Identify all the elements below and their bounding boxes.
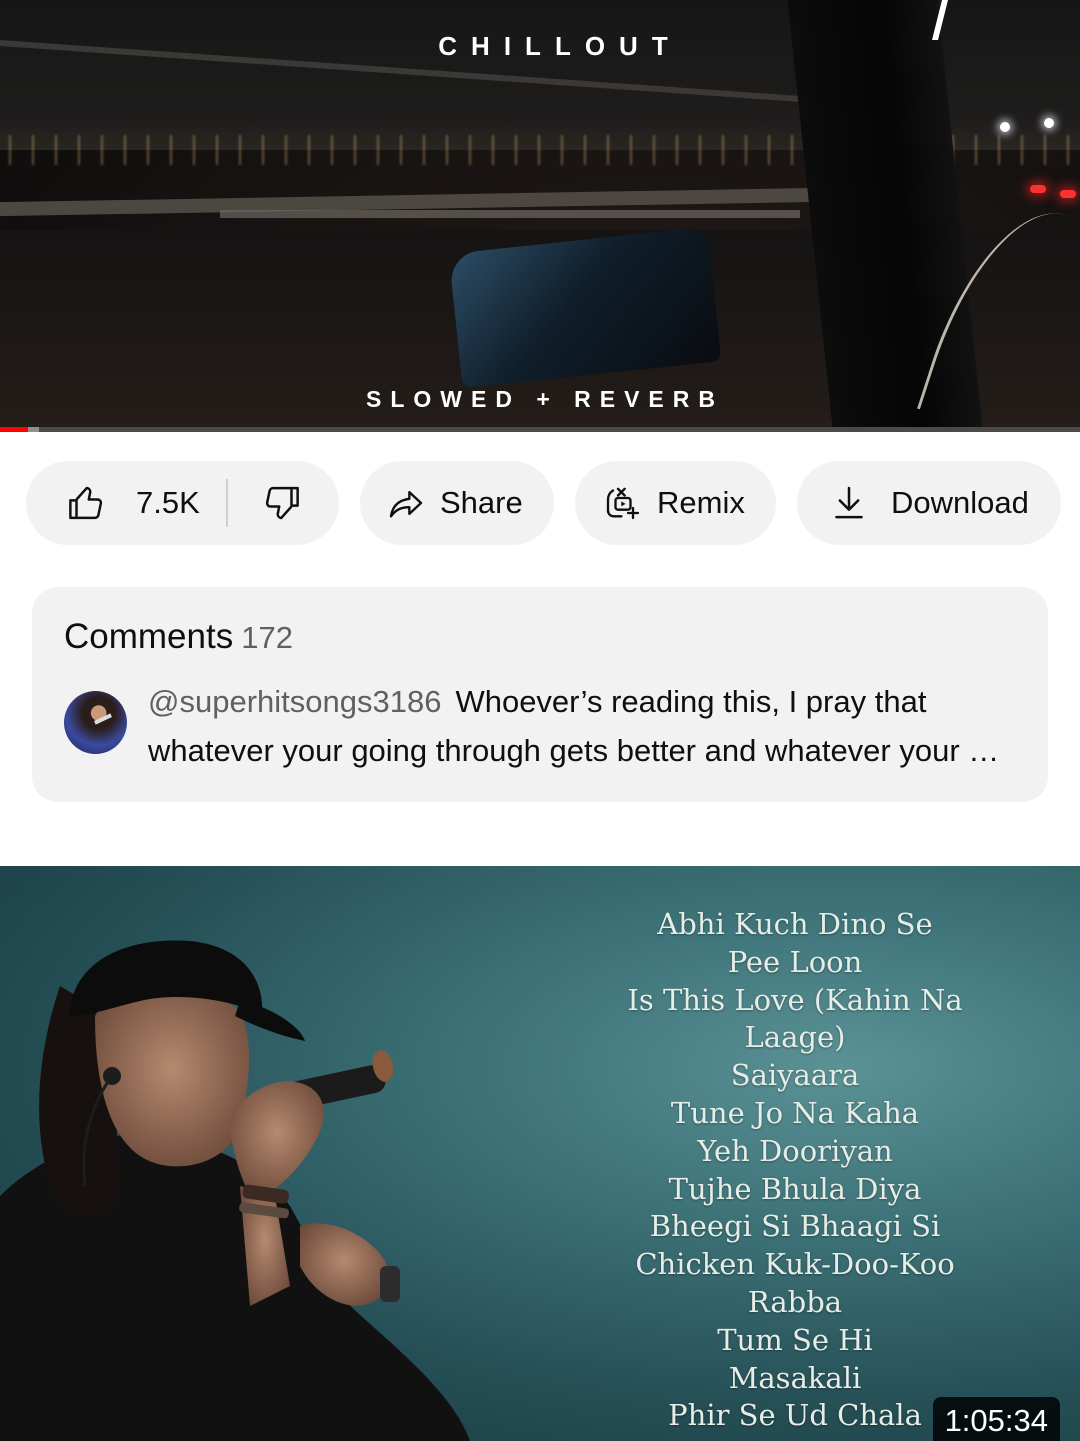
track-title: Is This Love (Kahin Na Laage) [627,982,963,1055]
like-dislike-divider [225,479,228,527]
thumbnail-street-light [1044,118,1054,128]
download-label: Download [891,485,1029,520]
video-duration-badge: 1:05:34 [932,1397,1060,1441]
share-button[interactable]: Share [360,461,554,545]
track-title: Pee Loon [727,944,863,979]
avatar [64,691,127,754]
track-title: Tujhe Bhula Diya [668,1171,922,1206]
thumbnail-tail-light [1030,185,1046,193]
dislike-button[interactable] [260,461,302,545]
video-player[interactable]: CHILLOUT SLOWED + REVERB [0,0,1080,427]
thumbnail-guardrail-highlight [220,210,800,218]
remix-icon [606,487,640,520]
thumbnail-subtitle-top: CHILLOUT [438,31,682,61]
singer-illustration [0,940,470,1441]
comment-author-handle: @superhitsongs3186 [148,684,442,719]
track-title: Saiyaara [730,1058,860,1093]
thumbnail-side-mirror [448,226,722,389]
progress-played [0,427,29,432]
track-title: Tum Se Hi [717,1322,873,1357]
track-title: Yeh Dooriyan [697,1133,893,1168]
thumbs-up-icon [69,486,103,520]
track-title: Masakali [728,1360,862,1395]
comments-title: Comments [64,617,234,656]
track-title: Bheegi Si Bhaagi Si [649,1209,941,1244]
like-dislike-group: 7.5K [26,461,339,545]
track-title: Tune Jo Na Kaha [670,1095,920,1130]
comments-header: Comments 172 [64,617,293,657]
thumbnail-street-light [1000,122,1010,132]
track-title: Abhi Kuch Dino Se [657,907,933,941]
thumbs-down-icon [265,486,299,520]
video-progress-bar[interactable] [0,427,1080,432]
thumbnail-subtitle-bottom: SLOWED + REVERB [365,386,724,412]
avatar-mic-detail [93,713,113,725]
like-count: 7.5K [136,485,200,520]
remix-button[interactable]: Remix [575,461,776,545]
tracklist: Abhi Kuch Dino Se Pee Loon Is This Love (K… [590,906,1000,1441]
share-arrow-icon [389,491,423,518]
download-button[interactable]: Download [797,461,1061,545]
like-button[interactable]: 7.5K [26,461,200,545]
thumbnail-tail-light [1060,190,1076,198]
comments-count: 172 [241,620,293,655]
track-title: Chicken Kuk-Doo-Koo [635,1247,955,1282]
download-icon [835,486,863,519]
comments-section[interactable]: Comments 172 @superhitsongs3186 Whoever’s … [32,587,1048,802]
share-label: Share [440,485,523,520]
track-title: Rabba [747,1284,843,1319]
next-video-thumbnail[interactable]: Abhi Kuch Dino Se Pee Loon Is This Love (K… [0,866,1080,1441]
remix-label: Remix [657,485,745,520]
top-comment: @superhitsongs3186 Whoever’s reading this… [148,677,1028,775]
